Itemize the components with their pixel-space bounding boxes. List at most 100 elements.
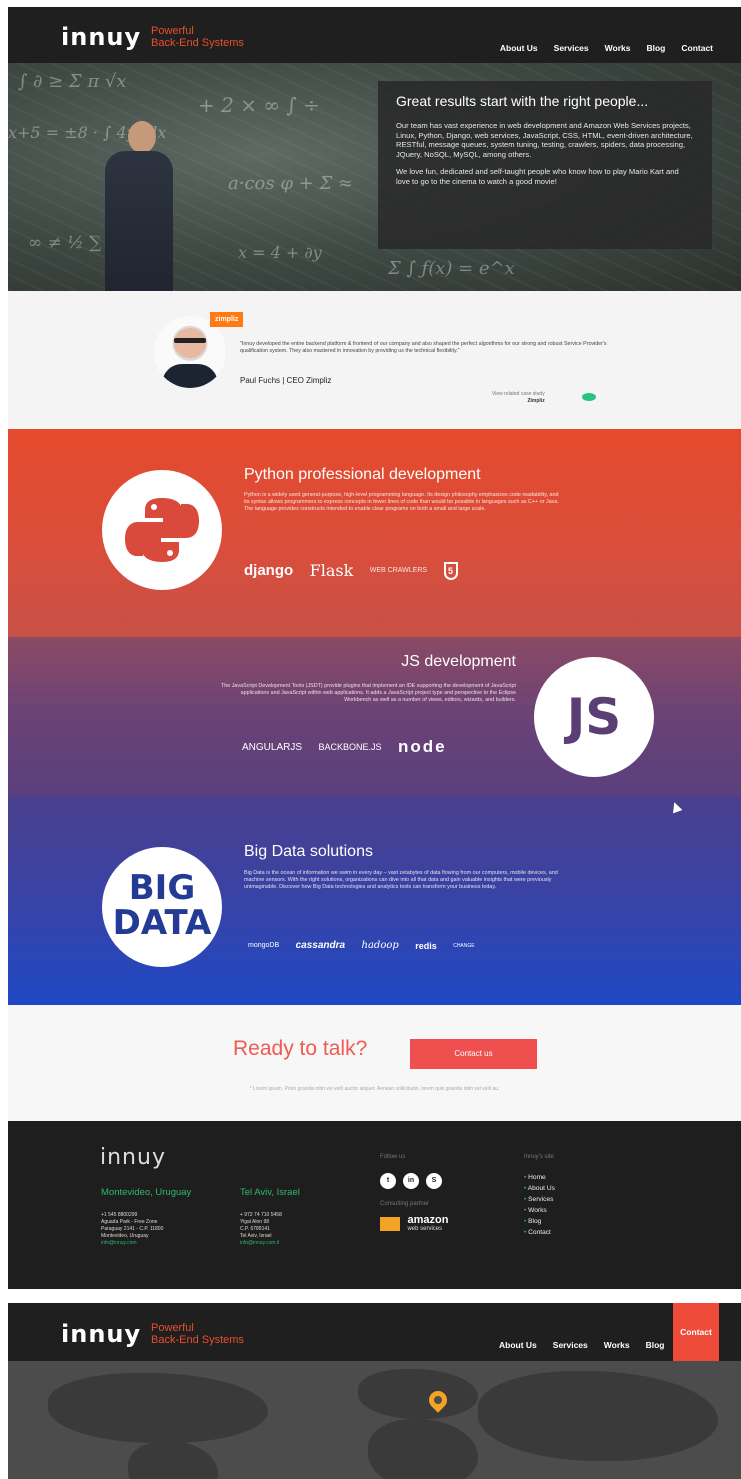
- office-phone: + 972 74 710 5458: [240, 1212, 282, 1218]
- aws-cubes-icon: [380, 1216, 400, 1231]
- contact-us-button[interactable]: Contact us: [410, 1039, 537, 1069]
- bigdata-badge-line-2: DATA: [112, 903, 212, 943]
- case-study-link[interactable]: View related case study Zimpliz: [492, 391, 545, 405]
- avatar-suit: [162, 364, 218, 388]
- footer-logo[interactable]: innuy: [100, 1145, 166, 1170]
- mongodb-logo: mongoDB: [248, 942, 280, 950]
- aws-sub: web services: [407, 1226, 443, 1233]
- nodejs-logo: node: [397, 737, 447, 756]
- person-head: [128, 121, 156, 153]
- nav-contact[interactable]: Contact: [681, 43, 713, 53]
- nav-works[interactable]: Works: [605, 43, 631, 53]
- client-logo-badge: zimpliz: [210, 312, 244, 327]
- footer-link-works[interactable]: Works: [524, 1205, 555, 1216]
- social-icons: t in S: [380, 1169, 449, 1189]
- world-map[interactable]: [8, 1361, 741, 1479]
- hero-text-box: Great results start with the right peopl…: [378, 81, 712, 249]
- angularjs-logo: ANGULARJS: [242, 741, 303, 753]
- logo[interactable]: innuy: [61, 1320, 141, 1348]
- cta-note: * Lorem ipsum. Proin gravida nibh vel ve…: [249, 1086, 500, 1092]
- office-city: Montevideo, Uruguay: [101, 1187, 192, 1198]
- python-tech-logos: django Flask WEB CRAWLERS 5: [244, 561, 470, 580]
- nav-services[interactable]: Services: [554, 43, 589, 53]
- nav-about[interactable]: About Us: [499, 1340, 537, 1350]
- office-email[interactable]: info@innuy.com: [101, 1240, 191, 1247]
- chalk-scribble: Σ ∫ ƒ(x) = e^x: [388, 258, 515, 279]
- linkedin-icon[interactable]: in: [403, 1173, 419, 1189]
- twitter-icon[interactable]: t: [380, 1173, 396, 1189]
- change-logo: CHANGE: [453, 942, 475, 949]
- nav-blog[interactable]: Blog: [646, 1340, 665, 1350]
- chalk-scribble: x = 4 + ∂y: [238, 243, 322, 262]
- site-header: innuy Powerful Back-End Systems About Us…: [8, 7, 741, 63]
- tagline-line-1: Powerful: [151, 25, 194, 37]
- hero-banner: ∫ ∂ ≥ Σ π √x x+5 = ±8 · ∫ 4y² dx + 2 × ∞…: [8, 63, 741, 291]
- testimonial-quote: "Innuy developed the entire backend plat…: [240, 341, 607, 354]
- case-study-name: Zimpliz: [527, 398, 545, 404]
- site-links: Innuy's site Home About Us Services Work…: [524, 1154, 555, 1238]
- chalk-scribble: ∫ ∂ ≥ Σ π √x: [18, 71, 127, 92]
- office-address-2: Paraguay 2141 - C.P. 11800: [101, 1226, 164, 1232]
- office-address-1: Aguada Park - Free Zone: [101, 1219, 158, 1225]
- nav-about[interactable]: About Us: [500, 43, 538, 53]
- skype-icon[interactable]: S: [426, 1173, 442, 1189]
- office-address-3: Montevideo, Uruguay: [101, 1233, 149, 1239]
- office-address-2: C.P. 6789141: [240, 1226, 270, 1232]
- partner-label: Consulting partner: [380, 1201, 430, 1207]
- office-address-3: Tel Aviv, Israel: [240, 1233, 272, 1239]
- map-land-north-america: [48, 1373, 268, 1443]
- site-footer: innuy Montevideo, Uruguay +1 545 8800299…: [8, 1121, 741, 1289]
- footer-link-services[interactable]: Services: [524, 1194, 555, 1205]
- map-land-south-america: [128, 1441, 218, 1479]
- footer-link-about[interactable]: About Us: [524, 1183, 555, 1194]
- bigdata-tech-logos: mongoDB cassandra hadoop redis CHANGE: [248, 937, 487, 955]
- tagline: Powerful Back-End Systems: [151, 25, 244, 49]
- hero-title: Great results start with the right peopl…: [396, 93, 649, 109]
- hero-paragraph-1: Our team has vast experience in web deve…: [396, 121, 693, 159]
- main-nav: About Us Services Works Blog Contact: [484, 38, 713, 56]
- backbone-logo: BACKBONE.JS: [318, 742, 382, 752]
- site-links-label: Innuy's site: [524, 1154, 554, 1160]
- office-tel-aviv: Tel Aviv, Israel + 972 74 710 5458 Yigal…: [240, 1187, 300, 1247]
- bigdata-title: Big Data solutions: [244, 843, 373, 860]
- person-body: [105, 151, 173, 291]
- glasses-icon: [174, 338, 206, 343]
- case-study-label: View related case study: [492, 391, 545, 397]
- django-logo: django: [244, 562, 294, 579]
- office-address-1: Yigal Alon 98: [240, 1219, 270, 1225]
- python-icon: [125, 498, 199, 562]
- tagline-line-2: Back-End Systems: [151, 1334, 244, 1346]
- aws-partner-logo[interactable]: amazon web services: [380, 1215, 449, 1233]
- follow-us-label: Follow us: [380, 1154, 406, 1160]
- footer-link-home[interactable]: Home: [524, 1172, 555, 1183]
- redis-logo: redis: [415, 940, 437, 951]
- map-land-asia: [478, 1371, 718, 1461]
- nav-blog[interactable]: Blog: [646, 43, 665, 53]
- testimonial: zimpliz "Innuy developed the entire back…: [8, 291, 741, 429]
- follow-us: Follow us t in S Consulting partner amazon…: [380, 1154, 449, 1233]
- eye-icon[interactable]: [582, 393, 596, 401]
- footer-link-contact[interactable]: Contact: [524, 1227, 555, 1238]
- nav-services[interactable]: Services: [553, 1340, 588, 1350]
- python-description: Python is a widely used general-purpose,…: [244, 492, 559, 512]
- hadoop-logo: hadoop: [361, 940, 399, 952]
- cassandra-logo: cassandra: [295, 940, 346, 952]
- footer-link-blog[interactable]: Blog: [524, 1216, 555, 1227]
- js-tech-logos: ANGULARJS BACKBONE.JS node: [242, 737, 459, 757]
- map-land-europe: [358, 1369, 478, 1419]
- office-city: Tel Aviv, Israel: [240, 1187, 300, 1198]
- nav-works[interactable]: Works: [604, 1340, 630, 1350]
- bigdata-description: Big Data is the ocean of information we …: [244, 870, 558, 890]
- bigdata-badge: BIG DATA: [102, 847, 222, 967]
- section-bigdata: BIG DATA Big Data solutions Big Data is …: [8, 797, 741, 1005]
- section-python: Python professional development Python i…: [8, 429, 741, 637]
- chalk-scribble: a·cos φ + Σ ≈: [228, 173, 353, 194]
- office-email[interactable]: info@innuy.com.il: [240, 1240, 300, 1247]
- logo[interactable]: innuy: [61, 23, 141, 51]
- nav-contact-active[interactable]: Contact: [673, 1303, 719, 1361]
- js-description: The JavaScript Development Tools (JSDT) …: [220, 683, 516, 703]
- testimonial-author: Paul Fuchs | CEO Zimpliz: [240, 376, 332, 385]
- python-logo-circle: [102, 470, 222, 590]
- cta-title: Ready to talk?: [233, 1037, 368, 1060]
- site-header-contact: innuy Powerful Back-End Systems About Us…: [8, 1303, 741, 1361]
